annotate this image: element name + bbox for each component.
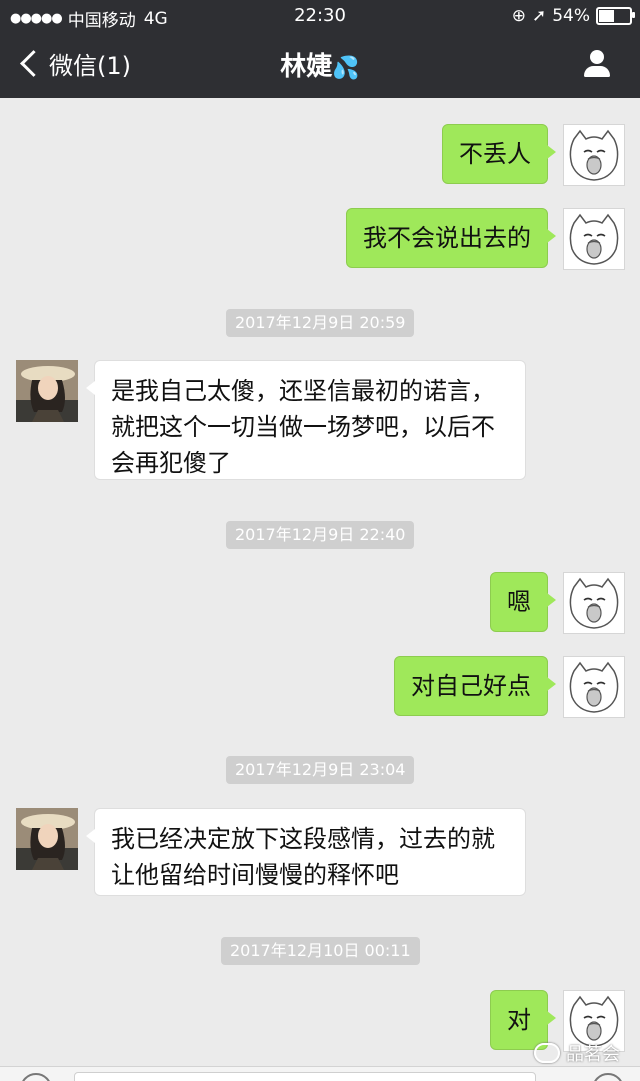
- girl-portrait-icon: [16, 360, 78, 422]
- sent-message-bubble[interactable]: 嗯: [490, 572, 556, 632]
- nav-bar: 微信(1) 林婕💦: [0, 32, 640, 98]
- watermark: 品茗会: [534, 1040, 620, 1066]
- battery-percent: 54%: [552, 6, 590, 26]
- my-avatar[interactable]: [563, 208, 625, 270]
- message-line: 就把这个一切当做一场梦吧，以后不: [111, 413, 495, 441]
- contact-avatar[interactable]: [16, 808, 78, 870]
- my-avatar[interactable]: [563, 572, 625, 634]
- more-options-icon[interactable]: [592, 1073, 624, 1081]
- message-line: 我已经决定放下这段感情，过去的就: [111, 825, 495, 853]
- message-line: 让他留给时间慢慢的释怀吧: [111, 861, 399, 889]
- wechat-chat-screen: ●●●●● 中国移动 4G 22:30 ⊕ ➚ 54% 微信(1) 林婕💦 不丢…: [0, 0, 640, 1081]
- message-input[interactable]: [74, 1072, 536, 1081]
- sent-message-bubble[interactable]: 对自己好点: [394, 656, 556, 716]
- sent-message-bubble[interactable]: 不丢人: [442, 124, 556, 184]
- location-icon: ➚: [531, 6, 547, 26]
- cat-face-icon: [569, 129, 619, 181]
- profile-icon-head: [590, 50, 604, 64]
- message-line: 是我自己太傻，还坚信最初的诺言，: [111, 377, 495, 405]
- girl-portrait-icon: [16, 808, 78, 870]
- profile-icon[interactable]: [582, 48, 612, 80]
- input-bar: [0, 1066, 640, 1081]
- contact-avatar[interactable]: [16, 360, 78, 422]
- my-avatar[interactable]: [563, 656, 625, 718]
- sent-message-bubble[interactable]: 我不会说出去的: [346, 208, 556, 268]
- chat-title: 林婕💦: [0, 46, 640, 83]
- contact-name: 林婕: [280, 52, 333, 82]
- received-message-bubble[interactable]: 是我自己太傻，还坚信最初的诺言， 就把这个一切当做一场梦吧，以后不 会再犯傻了: [86, 360, 526, 480]
- my-avatar[interactable]: [563, 124, 625, 186]
- status-right: ⊕ ➚ 54%: [506, 6, 635, 26]
- message-line: 会再犯傻了: [111, 449, 231, 477]
- status-bar: ●●●●● 中国移动 4G 22:30 ⊕ ➚ 54%: [0, 0, 640, 32]
- chat-timestamp: 2017年12月9日 23:04: [226, 756, 415, 784]
- chat-timestamp: 2017年12月9日 22:40: [226, 521, 415, 549]
- received-message-bubble[interactable]: 我已经决定放下这段感情，过去的就 让他留给时间慢慢的释怀吧: [86, 808, 526, 896]
- watermark-text: 品茗会: [566, 1044, 620, 1065]
- battery-icon: [596, 7, 635, 25]
- voice-input-icon[interactable]: [20, 1073, 52, 1081]
- cat-face-icon: [569, 577, 619, 629]
- wechat-logo-icon: [534, 1043, 560, 1063]
- chat-timestamp: 2017年12月10日 00:11: [221, 937, 420, 965]
- cat-face-icon: [569, 213, 619, 265]
- chat-timestamp: 2017年12月9日 20:59: [226, 309, 415, 337]
- orientation-lock-icon: ⊕: [511, 6, 526, 26]
- cat-face-icon: [569, 661, 619, 713]
- profile-icon-body: [584, 66, 610, 77]
- battery-fill: [599, 10, 615, 22]
- sweat-droplets-emoji: 💦: [332, 56, 360, 81]
